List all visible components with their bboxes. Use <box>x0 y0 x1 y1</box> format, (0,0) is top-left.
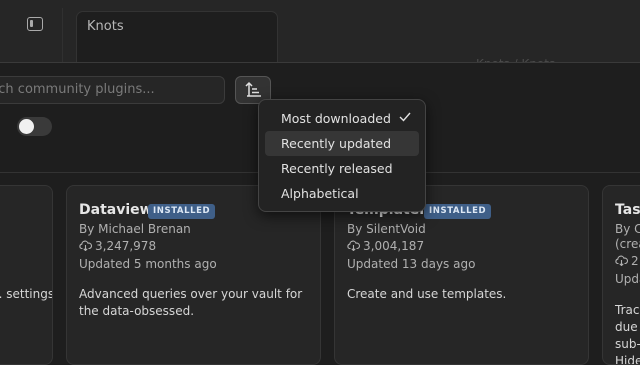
plugin-card-dataview[interactable]: Dataview INSTALLED By Michael Brenan 3,2… <box>66 185 321 365</box>
sort-option-recently-updated[interactable]: Recently updated <box>265 131 419 156</box>
plugin-author: By SilentVoid <box>347 222 426 236</box>
plugin-author-note: (crea... <box>615 237 640 251</box>
plugin-updated: Upda... <box>615 272 640 286</box>
menu-item-label: Alphabetical <box>281 186 359 201</box>
plugin-title: Dataview <box>79 202 153 218</box>
plugin-description: ... settings. <box>0 287 53 301</box>
sidebar-toggle-icon[interactable] <box>27 17 43 31</box>
sort-option-most-downloaded[interactable]: Most downloaded <box>265 106 419 131</box>
tab-knots[interactable]: Knots <box>76 11 278 62</box>
description-line: Trac... <box>615 303 640 317</box>
sort-option-recently-released[interactable]: Recently released <box>265 156 419 181</box>
plugin-updated: Updated 13 days ago <box>347 257 476 271</box>
plugin-card-tasks[interactable]: Tasks By Cl... (crea... 2 Upda... Trac..… <box>602 185 640 365</box>
search-input[interactable]: Search community plugins... <box>0 76 225 104</box>
download-icon <box>79 240 92 251</box>
header-divider <box>0 62 640 63</box>
installed-badge: INSTALLED <box>148 204 216 219</box>
checkmark-icon <box>399 112 411 122</box>
search-placeholder: Search community plugins... <box>0 82 155 97</box>
plugin-description: Trac... due sub- Hide... <box>615 302 640 365</box>
plugin-downloads: 3,004,187 <box>347 239 424 253</box>
plugin-title: Tasks <box>615 202 640 218</box>
plugin-downloads: 2 <box>615 254 639 268</box>
installed-badge: INSTALLED <box>424 204 492 219</box>
download-count: 3,004,187 <box>363 239 425 253</box>
description-line: sub- <box>615 337 640 351</box>
plugin-card-templater[interactable]: Templater INSTALLED By SilentVoid 3,004,… <box>334 185 589 365</box>
plugin-author: By Michael Brenan <box>79 222 191 236</box>
description-line: due <box>615 320 638 334</box>
download-icon <box>615 255 628 266</box>
description-line: Create and use templates. <box>347 287 507 301</box>
tab-title: Knots <box>87 19 124 34</box>
plugin-card[interactable]: ... settings. <box>0 185 53 365</box>
menu-item-label: Recently updated <box>281 136 392 151</box>
menu-item-label: Most downloaded <box>281 111 391 126</box>
menu-item-label: Recently released <box>281 161 393 176</box>
plugin-updated: Updated 5 months ago <box>79 257 217 271</box>
plugin-author: By Cl... <box>615 222 640 236</box>
plugin-description: Advanced queries over your vault for the… <box>79 286 302 320</box>
plugin-downloads: 3,247,978 <box>79 239 156 253</box>
download-count: 3,247,978 <box>95 239 157 253</box>
filter-toggle[interactable] <box>17 117 52 136</box>
download-icon <box>347 240 360 251</box>
download-count: 2 <box>631 254 639 268</box>
toggle-knob <box>19 119 34 134</box>
sort-menu: Most downloaded Recently updated Recentl… <box>258 99 426 212</box>
sort-option-alphabetical[interactable]: Alphabetical <box>265 181 419 206</box>
description-line: Advanced queries over your vault for <box>79 287 303 301</box>
title-bar <box>0 0 640 8</box>
description-line: the data-obsessed. <box>79 304 195 318</box>
description-line: Hide... <box>615 354 640 365</box>
plugin-description: Create and use templates. <box>347 286 506 303</box>
